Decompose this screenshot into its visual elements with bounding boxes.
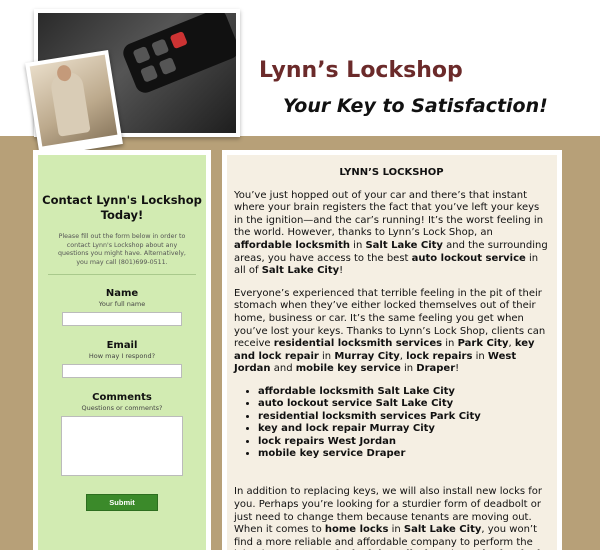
contact-heading: Contact Lynn's Lockshop Today! <box>42 193 202 222</box>
name-field-group: Name Your full name <box>38 288 206 327</box>
bold-keyword: affordable locksmith <box>234 239 350 251</box>
contact-intro: Please fill out the form below in order … <box>58 233 186 266</box>
locksmith-photo <box>25 50 123 157</box>
service-item: lock repairs West Jordan <box>258 436 549 448</box>
services-paragraph: Everyone’s experienced that terrible fee… <box>234 287 546 375</box>
site-title: Lynn’s Lockshop <box>259 58 463 83</box>
comments-textarea[interactable] <box>61 416 183 477</box>
email-help: How may I respond? <box>88 352 156 361</box>
site-tagline: Your Key to Satisfaction! <box>283 95 548 117</box>
submit-button[interactable]: Submit <box>86 494 158 512</box>
bold-keyword: residential locksmith services <box>273 338 443 350</box>
service-item: key and lock repair Murray City <box>258 423 549 435</box>
bold-keyword: Salt Lake City <box>261 265 340 277</box>
service-item: residential locksmith services Park City <box>258 411 549 423</box>
name-label: Name <box>105 288 139 300</box>
bold-keyword: lock repairs <box>406 350 473 362</box>
main-content: LYNN’S LOCKSHOP You’ve just hopped out o… <box>222 150 562 550</box>
fob-button <box>158 56 177 76</box>
email-input[interactable] <box>62 364 182 379</box>
fob-button <box>140 64 159 83</box>
contact-form-panel: Contact Lynn's Lockshop Today! Please fi… <box>38 155 206 550</box>
name-input[interactable] <box>62 312 182 327</box>
bold-keyword: home locks <box>324 524 389 536</box>
services-list: affordable locksmith Salt Lake City auto… <box>234 386 549 460</box>
email-label: Email <box>106 340 138 352</box>
main-content-panel: LYNN’S LOCKSHOP You’ve just hopped out o… <box>227 155 557 550</box>
content-title: LYNN’S LOCKSHOP <box>339 167 444 178</box>
locksmith-photo-image <box>29 54 118 147</box>
person-figure <box>49 70 91 137</box>
bold-keyword: mobile key service <box>295 363 401 375</box>
bold-keyword: Draper <box>416 363 456 375</box>
bold-keyword: Park City <box>457 338 509 350</box>
comments-help: Questions or comments? <box>81 404 163 413</box>
installation-paragraph: In addition to replacing keys, we will a… <box>234 486 549 550</box>
service-item: affordable locksmith Salt Lake City <box>258 386 549 398</box>
comments-field-group: Comments Questions or comments? <box>38 392 206 477</box>
bold-keyword: auto lockout service <box>411 252 526 264</box>
name-help: Your full name <box>98 300 146 309</box>
fob-button <box>132 45 151 65</box>
fob-panic-button <box>169 30 188 50</box>
comments-label: Comments <box>92 392 152 404</box>
service-item: mobile key service Draper <box>258 448 549 460</box>
bold-keyword: Murray City <box>334 350 400 362</box>
divider <box>48 274 196 276</box>
service-item: auto lockout service Salt Lake City <box>258 398 549 410</box>
fob-button <box>151 38 170 57</box>
bold-keyword: Salt Lake City <box>365 239 443 251</box>
intro-paragraph: You’ve just hopped out of your car and t… <box>234 189 548 277</box>
email-field-group: Email How may I respond? <box>38 340 206 379</box>
contact-sidebar: Contact Lynn's Lockshop Today! Please fi… <box>33 150 211 550</box>
key-fob-graphic <box>120 13 236 96</box>
bold-keyword: Salt Lake City <box>403 524 482 536</box>
